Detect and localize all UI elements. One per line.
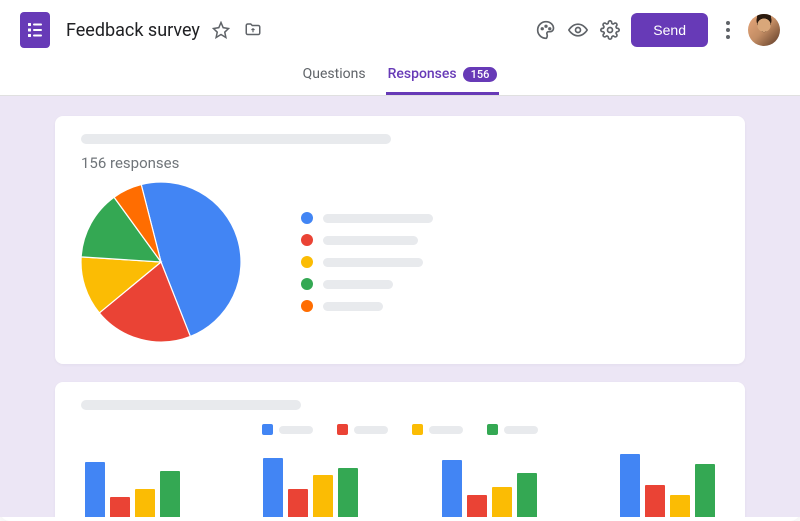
bar <box>338 468 358 518</box>
legend-label-placeholder <box>429 426 463 434</box>
responses-count-label: 156 responses <box>81 154 719 172</box>
main-tabs: Questions Responses 156 <box>0 52 800 96</box>
bar-group <box>263 458 358 517</box>
legend-item <box>301 256 433 268</box>
bar <box>670 495 690 517</box>
send-button[interactable]: Send <box>631 13 708 47</box>
more-options-icon[interactable] <box>718 21 738 39</box>
legend-square-icon <box>412 424 423 435</box>
bar <box>645 485 665 517</box>
bar <box>135 489 155 517</box>
tab-label: Responses <box>388 66 457 82</box>
bar <box>85 462 105 517</box>
app-header: Feedback survey Send <box>0 0 800 52</box>
summary-card-pie: 156 responses <box>55 116 745 364</box>
legend-square-icon <box>262 424 273 435</box>
legend-item <box>412 424 463 435</box>
forms-logo-icon[interactable] <box>20 12 50 48</box>
bar <box>467 495 487 517</box>
bar-legend <box>81 424 719 435</box>
star-icon[interactable] <box>210 19 232 41</box>
legend-dot-icon <box>301 256 313 268</box>
legend-square-icon <box>487 424 498 435</box>
bar-chart <box>81 447 719 517</box>
legend-label-placeholder <box>354 426 388 434</box>
legend-label-placeholder <box>279 426 313 434</box>
bar <box>313 475 333 517</box>
bar <box>517 473 537 517</box>
account-avatar[interactable] <box>748 14 780 46</box>
move-folder-icon[interactable] <box>242 19 264 41</box>
settings-gear-icon[interactable] <box>599 19 621 41</box>
pie-legend <box>301 212 433 312</box>
legend-item <box>262 424 313 435</box>
tab-label: Questions <box>303 66 366 82</box>
tab-questions[interactable]: Questions <box>301 60 368 95</box>
question-title-placeholder <box>81 400 301 410</box>
bar <box>492 487 512 517</box>
bar <box>110 497 130 517</box>
bar <box>263 458 283 517</box>
pie-chart <box>81 182 241 342</box>
bar <box>695 464 715 517</box>
legend-label-placeholder <box>323 236 418 245</box>
legend-label-placeholder <box>504 426 538 434</box>
bar <box>288 489 308 517</box>
legend-label-placeholder <box>323 258 423 267</box>
legend-item <box>301 300 433 312</box>
question-title-placeholder <box>81 134 391 144</box>
legend-item <box>487 424 538 435</box>
summary-card-bar <box>55 382 745 517</box>
tab-responses[interactable]: Responses 156 <box>386 60 500 95</box>
bar <box>160 471 180 517</box>
legend-item <box>301 278 433 290</box>
palette-icon[interactable] <box>535 19 557 41</box>
legend-square-icon <box>337 424 348 435</box>
legend-label-placeholder <box>323 214 433 223</box>
legend-dot-icon <box>301 234 313 246</box>
legend-dot-icon <box>301 212 313 224</box>
bar-group <box>85 462 180 517</box>
legend-item <box>337 424 388 435</box>
legend-item <box>301 234 433 246</box>
legend-dot-icon <box>301 300 313 312</box>
bar-group <box>620 454 715 517</box>
preview-eye-icon[interactable] <box>567 19 589 41</box>
legend-label-placeholder <box>323 302 383 311</box>
bar-group <box>442 460 537 517</box>
bar <box>442 460 462 517</box>
legend-label-placeholder <box>323 280 393 289</box>
bar <box>620 454 640 517</box>
legend-dot-icon <box>301 278 313 290</box>
document-title[interactable]: Feedback survey <box>66 20 200 41</box>
responses-count-badge: 156 <box>463 67 498 82</box>
responses-body: 156 responses <box>0 96 800 517</box>
legend-item <box>301 212 433 224</box>
